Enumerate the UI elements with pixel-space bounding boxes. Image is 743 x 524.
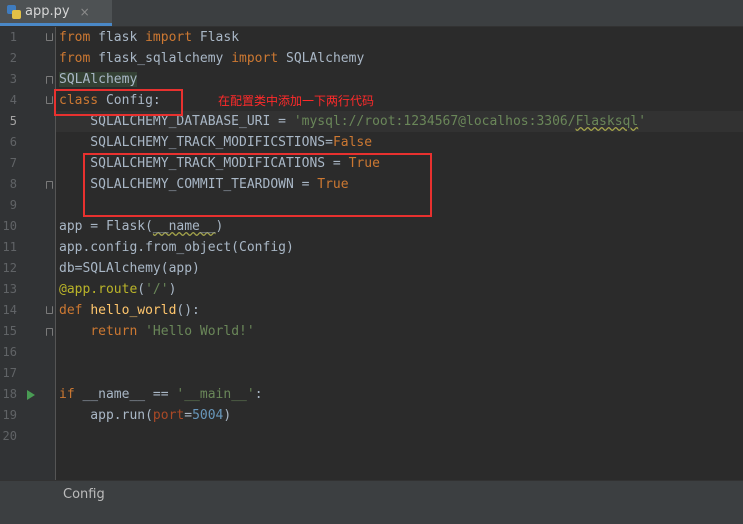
line-number-gutter: 1 2 3 4 5 6 7 8 9 10 11 12 13 14 15 16 1… — [0, 27, 56, 480]
breadcrumb-bar: Config — [0, 480, 743, 509]
line-number: 1 — [9, 30, 17, 44]
code-line-19: app.run(port=5004) — [59, 408, 232, 423]
code-line-6: SQLALCHEMY_TRACK_MODIFICSTIONS=False — [59, 135, 373, 150]
line-number: 15 — [2, 324, 17, 338]
annotation-box-added-lines — [83, 153, 432, 217]
line-number: 4 — [9, 93, 17, 107]
line-number: 16 — [2, 345, 17, 359]
line-number-current: 5 — [9, 114, 17, 128]
line-number: 3 — [9, 72, 17, 86]
line-number: 8 — [9, 177, 17, 191]
close-tab-icon[interactable]: × — [80, 5, 90, 19]
fold-close-icon[interactable] — [46, 76, 53, 84]
editor-tab-bar: app.py × — [0, 0, 743, 27]
line-number: 14 — [2, 303, 17, 317]
bottom-strip — [0, 508, 743, 524]
line-number: 7 — [9, 156, 17, 170]
line-number: 18 — [2, 387, 17, 401]
fold-open-icon[interactable] — [46, 33, 53, 41]
line-number: 13 — [2, 282, 17, 296]
code-line-2: from flask_sqlalchemy import SQLAlchemy — [59, 51, 365, 66]
line-number: 17 — [2, 366, 17, 380]
python-file-icon — [7, 4, 21, 19]
file-tab-label: app.py — [25, 4, 70, 19]
code-line-1: from flask import Flask — [59, 30, 240, 45]
line-number: 19 — [2, 408, 17, 422]
code-line-12: db=SQLAlchemy(app) — [59, 261, 200, 276]
annotation-note: 在配置类中添加一下两行代码 — [218, 94, 375, 108]
code-line-3: SQLAlchemy — [59, 72, 138, 87]
line-number: 11 — [2, 240, 17, 254]
line-number: 10 — [2, 219, 17, 233]
code-line-11: app.config.from_object(Config) — [59, 240, 294, 255]
fold-open-icon[interactable] — [46, 96, 53, 104]
breadcrumb-item[interactable]: Config — [63, 487, 105, 502]
fold-close-icon[interactable] — [46, 328, 53, 336]
line-number: 2 — [9, 51, 17, 65]
file-tab[interactable]: app.py × — [0, 0, 112, 26]
line-number: 12 — [2, 261, 17, 275]
code-line-13: @app.route('/') — [59, 282, 177, 297]
line-number: 6 — [9, 135, 17, 149]
annotation-box-class — [54, 89, 183, 116]
code-line-10: app = Flask(__name__) — [59, 219, 224, 234]
line-number: 9 — [9, 198, 17, 212]
code-line-14: def hello_world(): — [59, 303, 200, 318]
fold-open-icon[interactable] — [46, 306, 53, 314]
code-line-18: if __name__ == '__main__': — [59, 387, 263, 402]
run-icon[interactable] — [27, 390, 35, 400]
code-line-15: return 'Hello World!' — [90, 324, 255, 339]
line-number: 20 — [2, 429, 17, 443]
fold-close-icon[interactable] — [46, 181, 53, 189]
